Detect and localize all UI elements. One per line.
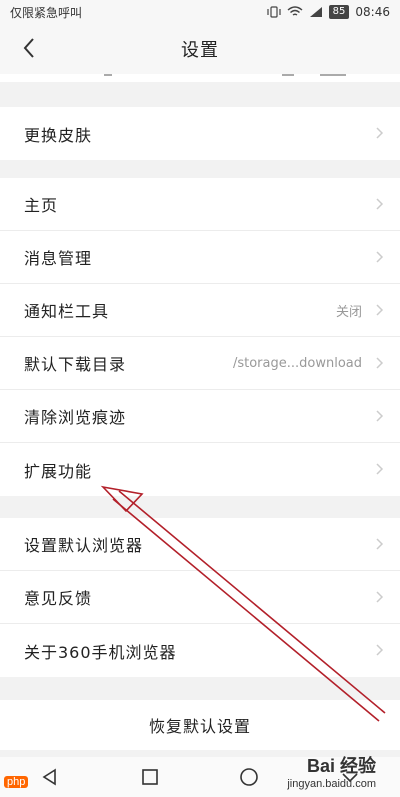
row-set-default-browser[interactable]: 设置默认浏览器 xyxy=(0,518,400,571)
nav-back-icon[interactable] xyxy=(40,767,60,787)
chevron-right-icon xyxy=(376,251,384,263)
row-message-management[interactable]: 消息管理 xyxy=(0,231,400,284)
row-label: 更换皮肤 xyxy=(24,125,93,145)
row-about-browser[interactable]: 关于360手机浏览器 xyxy=(0,624,400,677)
restore-defaults-label: 恢复默认设置 xyxy=(148,717,251,736)
chevron-right-icon xyxy=(376,304,384,316)
row-label: 主页 xyxy=(24,196,59,215)
row-label: 清除浏览痕迹 xyxy=(24,408,127,427)
row-change-skin[interactable]: 更换皮肤 xyxy=(0,107,400,160)
battery-level: 85 xyxy=(328,5,350,19)
wifi-icon xyxy=(287,6,303,16)
row-value: 关闭 xyxy=(335,304,362,320)
row-clear-browsing-traces[interactable]: 清除浏览痕迹 xyxy=(0,390,400,443)
status-bar: 仅限紧急呼叫 85 08:46 xyxy=(0,0,400,24)
chevron-right-icon xyxy=(376,644,384,656)
remnant-mark xyxy=(282,74,294,76)
chevron-right-icon xyxy=(376,591,384,603)
nav-bar: 设置 xyxy=(0,24,400,74)
remnant-mark xyxy=(104,74,112,76)
chevron-right-icon xyxy=(376,410,384,422)
chevron-right-icon xyxy=(376,198,384,210)
baidu-watermark-url: jingyan.baidu.com xyxy=(287,778,376,790)
row-label: 通知栏工具 xyxy=(24,302,110,321)
row-label: 消息管理 xyxy=(24,249,93,268)
chevron-right-icon xyxy=(376,538,384,550)
baidu-watermark: Bai 经验 xyxy=(306,756,376,776)
remnant-mark xyxy=(320,74,346,76)
restore-defaults-button[interactable]: 恢复默认设置 xyxy=(0,700,400,750)
page-title: 设置 xyxy=(181,40,219,61)
row-value: /storage...download xyxy=(232,355,362,371)
row-label: 设置默认浏览器 xyxy=(24,536,144,555)
row-label: 扩展功能 xyxy=(24,461,93,481)
row-notification-tools[interactable]: 通知栏工具 关闭 xyxy=(0,284,400,337)
vibrate-icon xyxy=(267,6,281,18)
scrolled-item-remnant xyxy=(0,74,400,82)
settings-group-about: 设置默认浏览器 意见反馈 关于360手机浏览器 xyxy=(0,518,400,677)
row-label: 关于360手机浏览器 xyxy=(24,642,177,662)
row-label: 默认下载目录 xyxy=(24,355,127,374)
chevron-right-icon xyxy=(376,357,384,369)
signal-icon xyxy=(309,7,322,17)
chevron-right-icon xyxy=(376,127,384,139)
status-carrier-text: 仅限紧急呼叫 xyxy=(10,5,83,20)
row-feedback[interactable]: 意见反馈 xyxy=(0,571,400,624)
settings-group-skin: 更换皮肤 xyxy=(0,107,400,160)
chevron-right-icon xyxy=(376,463,384,475)
row-extensions[interactable]: 扩展功能 xyxy=(0,443,400,496)
php-watermark: php xyxy=(4,776,29,788)
row-home[interactable]: 主页 xyxy=(0,178,400,231)
settings-group-main: 主页 消息管理 通知栏工具 关闭 默认下载目录 /storage...downl… xyxy=(0,178,400,496)
back-arrow-icon[interactable] xyxy=(18,36,42,60)
row-label: 意见反馈 xyxy=(24,589,93,608)
row-default-download-dir[interactable]: 默认下载目录 /storage...download xyxy=(0,337,400,390)
status-time: 08:46 xyxy=(355,5,390,19)
nav-recents-icon[interactable] xyxy=(141,768,159,786)
nav-home-icon[interactable] xyxy=(239,767,259,787)
status-right: 85 08:46 xyxy=(267,5,390,19)
